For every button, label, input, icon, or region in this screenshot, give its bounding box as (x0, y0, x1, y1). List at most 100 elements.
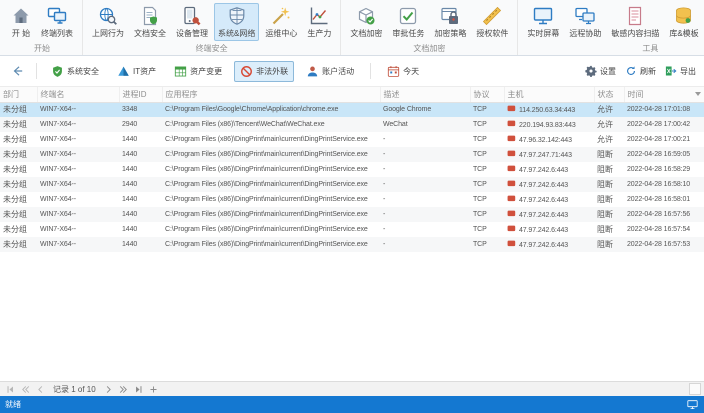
back-button[interactable] (8, 61, 28, 81)
first-page-button[interactable] (3, 383, 17, 396)
column-header[interactable]: 主机 (504, 87, 594, 102)
cell-terminal: WIN7-X64-- (37, 132, 119, 147)
ribbon-button[interactable]: 授权软件 (472, 3, 512, 41)
column-header[interactable]: 时间 (624, 87, 704, 102)
table-row[interactable]: 未分组WIN7-X64--1440C:\Program Files (x86)\… (0, 207, 704, 222)
cell-time: 2022-04-28 16:57:53 (624, 237, 704, 252)
back-arrow-icon (11, 64, 25, 78)
table-row[interactable]: 未分组WIN7-X64--2940C:\Program Files (x86)\… (0, 117, 704, 132)
column-header[interactable]: 状态 (594, 87, 624, 102)
cell-department: 未分组 (0, 222, 37, 237)
ops-center-icon (271, 6, 291, 26)
column-header[interactable]: 描述 (380, 87, 470, 102)
ribbon-button[interactable]: 系统&网络 (214, 3, 259, 41)
toolbar-action-button[interactable]: 设置 (585, 65, 616, 77)
table-row[interactable]: 未分组WIN7-X64--1440C:\Program Files (x86)\… (0, 222, 704, 237)
table-row[interactable]: 未分组WIN7-X64--1440C:\Program Files (x86)\… (0, 237, 704, 252)
cell-app-path: C:\Program Files (x86)\DingPrint\main\cu… (162, 222, 380, 237)
cell-host: 47.97.242.6:443 (504, 207, 594, 222)
column-header[interactable]: 终端名 (37, 87, 119, 102)
system-network-icon (227, 6, 247, 26)
filter-item-label: 系统安全 (67, 66, 99, 77)
cell-host: 47.97.242.6:443 (504, 237, 594, 252)
ribbon-group-label: 文档加密 (341, 43, 517, 54)
record-counter: 记录 1 of 10 (48, 384, 101, 395)
next-record-button[interactable] (102, 383, 116, 396)
flag-icon (507, 150, 516, 157)
table-row[interactable]: 未分组WIN7-X64--1440C:\Program Files (x86)\… (0, 147, 704, 162)
ribbon-button-label: 终端列表 (41, 28, 73, 39)
filter-item[interactable]: 账户活动 (300, 61, 360, 82)
asset-change-icon (174, 65, 187, 78)
cell-department: 未分组 (0, 162, 37, 177)
prev-group-button[interactable] (18, 383, 32, 396)
cell-time: 2022-04-28 16:57:54 (624, 222, 704, 237)
ribbon-button[interactable]: 文档安全 (130, 3, 170, 41)
filter-item[interactable]: 资产变更 (168, 61, 228, 82)
encrypt-policy-icon (440, 6, 460, 26)
ribbon-button[interactable]: 远程协助 (565, 3, 605, 41)
cell-description: - (380, 222, 470, 237)
table-row[interactable]: 未分组WIN7-X64--3348C:\Program Files\Google… (0, 102, 704, 117)
cell-app-path: C:\Program Files (x86)\DingPrint\main\cu… (162, 237, 380, 252)
ribbon-button[interactable]: 库&模板 (665, 3, 702, 41)
realtime-screen-icon (533, 6, 553, 26)
filter-item[interactable]: IT资产 (111, 61, 162, 82)
productivity-icon (309, 6, 329, 26)
filter-item[interactable]: 今天 (381, 61, 425, 82)
cell-host: 47.97.242.6:443 (504, 177, 594, 192)
ribbon-button[interactable]: 加密策略 (430, 3, 470, 41)
column-header[interactable]: 进程ID (119, 87, 162, 102)
ribbon-button[interactable]: 实时屏幕 (523, 3, 563, 41)
ribbon: 开 始终端列表开始上网行为文档安全设备管理系统&网络运维中心生产力终端安全文档加… (0, 0, 704, 56)
ribbon-button[interactable]: 文档加密 (346, 3, 386, 41)
ribbon-button[interactable]: 上网行为 (88, 3, 128, 41)
cell-status: 阻断 (594, 147, 624, 162)
cell-protocol: TCP (470, 192, 504, 207)
cell-department: 未分组 (0, 237, 37, 252)
column-header[interactable]: 协议 (470, 87, 504, 102)
cell-protocol: TCP (470, 207, 504, 222)
table-row[interactable]: 未分组WIN7-X64--1440C:\Program Files (x86)\… (0, 192, 704, 207)
table-row[interactable]: 未分组WIN7-X64--1440C:\Program Files (x86)\… (0, 177, 704, 192)
ribbon-group-label: 工具 (518, 43, 704, 54)
toolbar-action-button[interactable]: 导出 (665, 65, 696, 77)
status-text: 就绪 (5, 399, 21, 410)
terminal-list-icon (47, 6, 67, 26)
ribbon-button[interactable]: 生产力 (303, 3, 335, 41)
column-header-label: 状态 (598, 90, 614, 99)
last-page-button[interactable] (132, 383, 146, 396)
prev-record-icon (35, 384, 46, 395)
ribbon-button[interactable]: 审批任务 (388, 3, 428, 41)
column-header-label: 主机 (508, 90, 524, 99)
ribbon-group-buttons: 实时屏幕远程协助敏感内容扫描库&模板报表中心更多... (523, 3, 704, 41)
ribbon-button[interactable]: 设备管理 (172, 3, 212, 41)
ribbon-button[interactable]: 敏感内容扫描 (607, 3, 663, 41)
column-header[interactable]: 部门 (0, 87, 37, 102)
cell-protocol: TCP (470, 102, 504, 117)
ribbon-button[interactable]: 终端列表 (37, 3, 77, 41)
doc-security-icon (140, 6, 160, 26)
toolbar-action-button[interactable]: 刷新 (625, 65, 656, 77)
ribbon-button-label: 文档安全 (134, 28, 166, 39)
cell-terminal: WIN7-X64-- (37, 207, 119, 222)
table-row[interactable]: 未分组WIN7-X64--1440C:\Program Files (x86)\… (0, 132, 704, 147)
filter-item[interactable]: 系统安全 (45, 61, 105, 82)
column-header[interactable]: 应用程序 (162, 87, 380, 102)
next-group-button[interactable] (117, 383, 131, 396)
ribbon-group: 上网行为文档安全设备管理系统&网络运维中心生产力终端安全 (83, 0, 341, 55)
cell-department: 未分组 (0, 192, 37, 207)
prev-record-button[interactable] (33, 383, 47, 396)
add-record-button[interactable] (147, 383, 161, 396)
table-row[interactable]: 未分组WIN7-X64--1440C:\Program Files (x86)\… (0, 162, 704, 177)
calendar-icon (387, 65, 400, 78)
ribbon-button[interactable]: 运维中心 (261, 3, 301, 41)
filter-item[interactable]: 非法外联 (234, 61, 294, 82)
next-group-icon (118, 384, 129, 395)
horizontal-scrollbar-button[interactable] (689, 383, 701, 395)
sort-desc-icon[interactable] (695, 92, 701, 96)
ribbon-button[interactable]: 开 始 (7, 3, 35, 41)
column-header-label: 应用程序 (166, 90, 198, 99)
last-page-icon (133, 384, 144, 395)
divider (370, 63, 371, 79)
